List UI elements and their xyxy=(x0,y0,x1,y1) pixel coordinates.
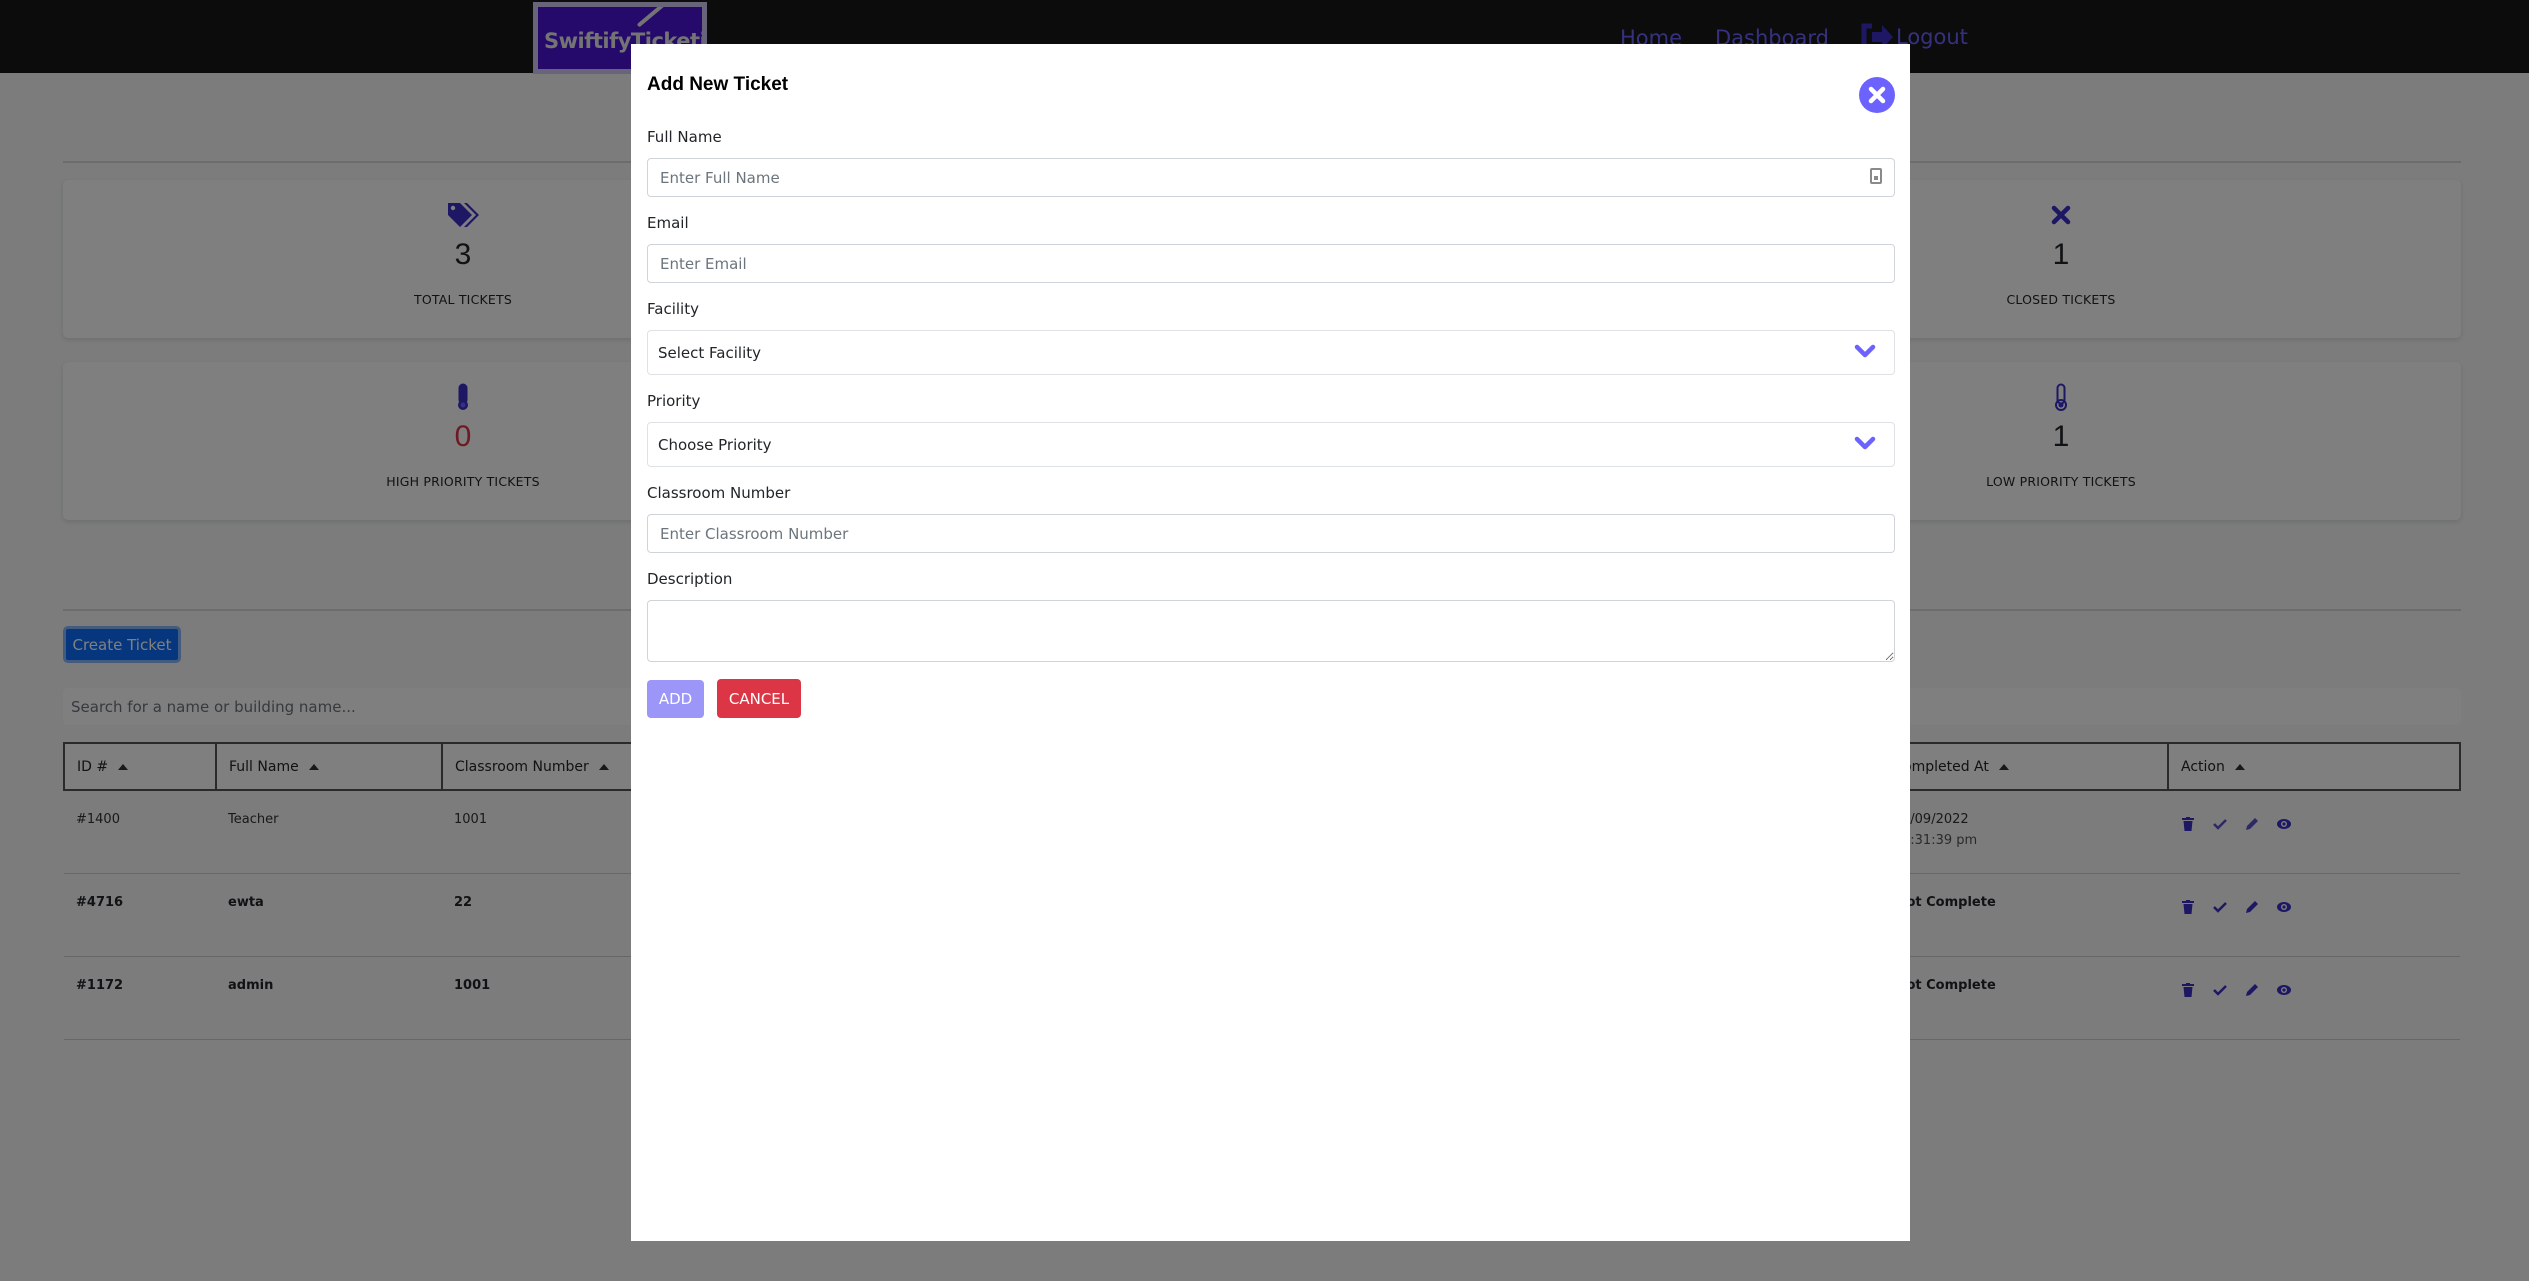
cancel-button[interactable]: CANCEL xyxy=(717,679,801,718)
contact-card-icon xyxy=(1870,168,1882,184)
chevron-down-icon xyxy=(1854,344,1876,358)
priority-select[interactable]: Choose Priority xyxy=(647,422,1895,467)
classroom-number-label: Classroom Number xyxy=(647,484,791,502)
add-ticket-modal: Add New Ticket Full Name Email Facility … xyxy=(631,44,1910,1241)
description-label: Description xyxy=(647,570,733,588)
facility-label: Facility xyxy=(647,300,699,318)
facility-selected-value: Select Facility xyxy=(658,343,761,362)
email-input[interactable] xyxy=(647,244,1895,283)
close-icon xyxy=(1868,86,1886,104)
modal-title: Add New Ticket xyxy=(647,74,789,95)
chevron-down-icon xyxy=(1854,436,1876,450)
close-button[interactable] xyxy=(1859,77,1895,113)
full-name-input[interactable] xyxy=(647,158,1895,197)
email-label: Email xyxy=(647,214,689,232)
facility-select[interactable]: Select Facility xyxy=(647,330,1895,375)
full-name-field-wrap xyxy=(631,158,1910,197)
priority-selected-value: Choose Priority xyxy=(658,435,772,454)
priority-label: Priority xyxy=(647,392,701,410)
description-textarea[interactable] xyxy=(647,600,1895,662)
full-name-label: Full Name xyxy=(647,128,722,146)
classroom-number-input[interactable] xyxy=(647,514,1895,553)
add-button[interactable]: ADD xyxy=(647,680,704,718)
